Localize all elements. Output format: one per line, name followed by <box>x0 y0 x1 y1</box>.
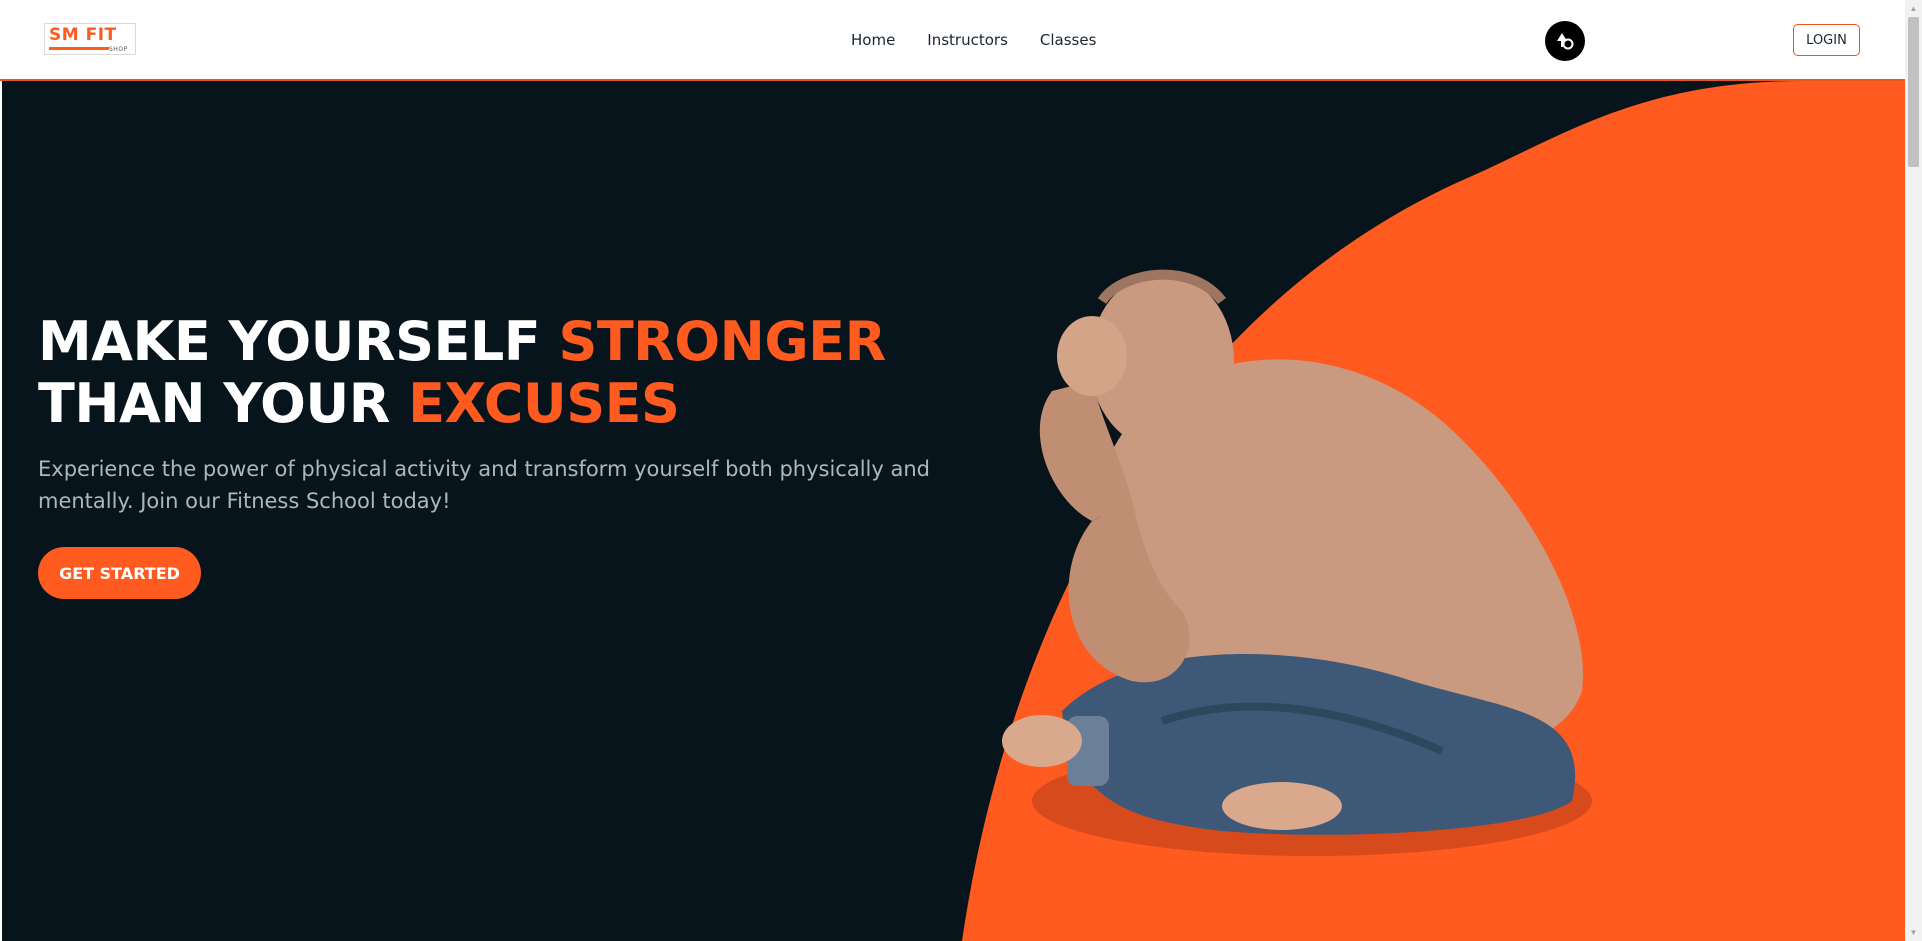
hero-section: MAKE YOURSELF STRONGER THAN YOUR EXCUSES… <box>2 81 1905 941</box>
hero-title-accent-1: STRONGER <box>558 310 886 373</box>
main-nav: Home Instructors Classes <box>851 30 1096 50</box>
nav-home[interactable]: Home <box>851 30 895 50</box>
scroll-up-arrow-icon[interactable]: ▲ <box>1905 0 1922 17</box>
scroll-down-arrow-icon[interactable]: ▼ <box>1905 924 1922 941</box>
theme-toggle-icon <box>1557 33 1574 50</box>
get-started-button[interactable]: GET STARTED <box>38 547 201 599</box>
scroll-thumb[interactable] <box>1908 17 1919 167</box>
site-header: SM FIT SHOP Home Instructors Classes LOG… <box>0 0 1905 81</box>
hero-title-line1: MAKE YOURSELF <box>38 310 559 373</box>
logo-text: SM FIT <box>49 25 117 45</box>
logo-underline <box>49 47 109 50</box>
theme-toggle-button[interactable] <box>1545 21 1585 61</box>
login-button[interactable]: LOGIN <box>1793 24 1860 56</box>
page-scrollbar[interactable]: ▲ ▼ <box>1905 0 1922 941</box>
hero-person-image <box>1002 269 1592 856</box>
nav-instructors[interactable]: Instructors <box>927 30 1008 50</box>
hero-subtitle: Experience the power of physical activit… <box>38 457 930 513</box>
hero-title-line2: THAN YOUR <box>38 372 409 435</box>
logo-subtext: SHOP <box>109 46 128 53</box>
hero-title-accent-2: EXCUSES <box>408 372 680 435</box>
nav-classes[interactable]: Classes <box>1040 30 1097 50</box>
logo[interactable]: SM FIT SHOP <box>44 23 136 55</box>
hero-title: MAKE YOURSELF STRONGER THAN YOUR EXCUSES <box>38 311 886 435</box>
